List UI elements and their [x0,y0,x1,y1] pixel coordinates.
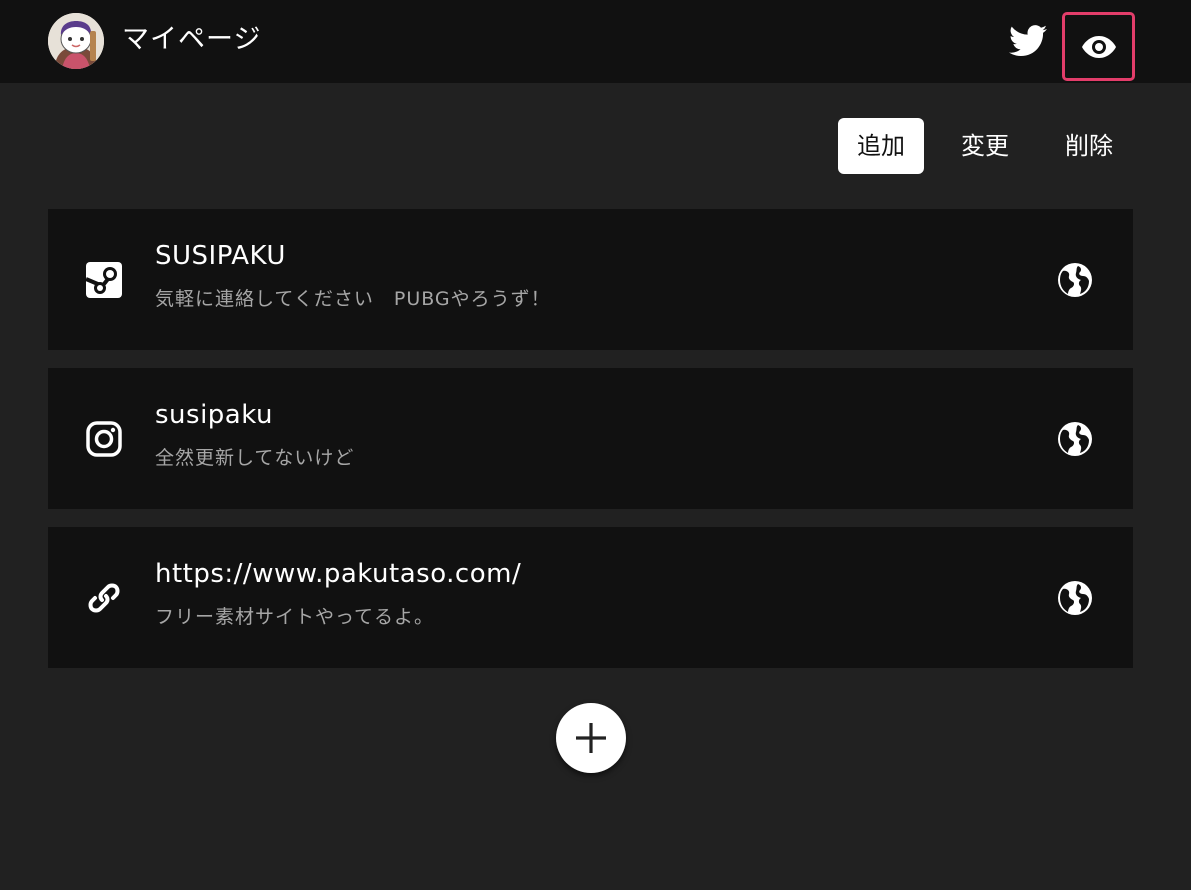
top-bar: マイページ [0,0,1191,83]
link-title: susipaku [155,400,273,430]
link-description: フリー素材サイトやってるよ。 [155,606,435,628]
link-card-website[interactable]: https://www.pakutaso.com/ フリー素材サイトやってるよ。 [48,527,1133,668]
link-title: SUSIPAKU [155,241,286,271]
link-card-instagram[interactable]: susipaku 全然更新してないけど [48,368,1133,509]
change-button[interactable]: 変更 [944,118,1026,174]
link-card-steam[interactable]: SUSIPAKU 気軽に連絡してください PUBGやろうず！ [48,209,1133,350]
globe-icon[interactable] [1056,579,1094,617]
twitter-bird-icon [1009,25,1047,57]
page-title: マイページ [122,24,262,55]
delete-button[interactable]: 削除 [1046,118,1132,174]
link-icon [85,579,123,617]
eye-icon [1081,35,1116,58]
link-description: 気軽に連絡してください PUBGやろうず！ [155,288,551,310]
view-mode-button[interactable] [1062,12,1135,81]
add-button[interactable]: 追加 [838,118,924,174]
add-link-fab[interactable] [556,703,626,773]
globe-icon[interactable] [1056,261,1094,299]
instagram-icon [85,420,123,458]
steam-icon [85,261,123,299]
globe-icon[interactable] [1056,420,1094,458]
link-description: 全然更新してないけど [155,447,355,469]
plus-icon [576,723,606,753]
twitter-button[interactable] [1006,22,1050,60]
link-title: https://www.pakutaso.com/ [155,559,522,589]
avatar-character-icon [48,13,104,69]
avatar[interactable] [48,13,104,69]
